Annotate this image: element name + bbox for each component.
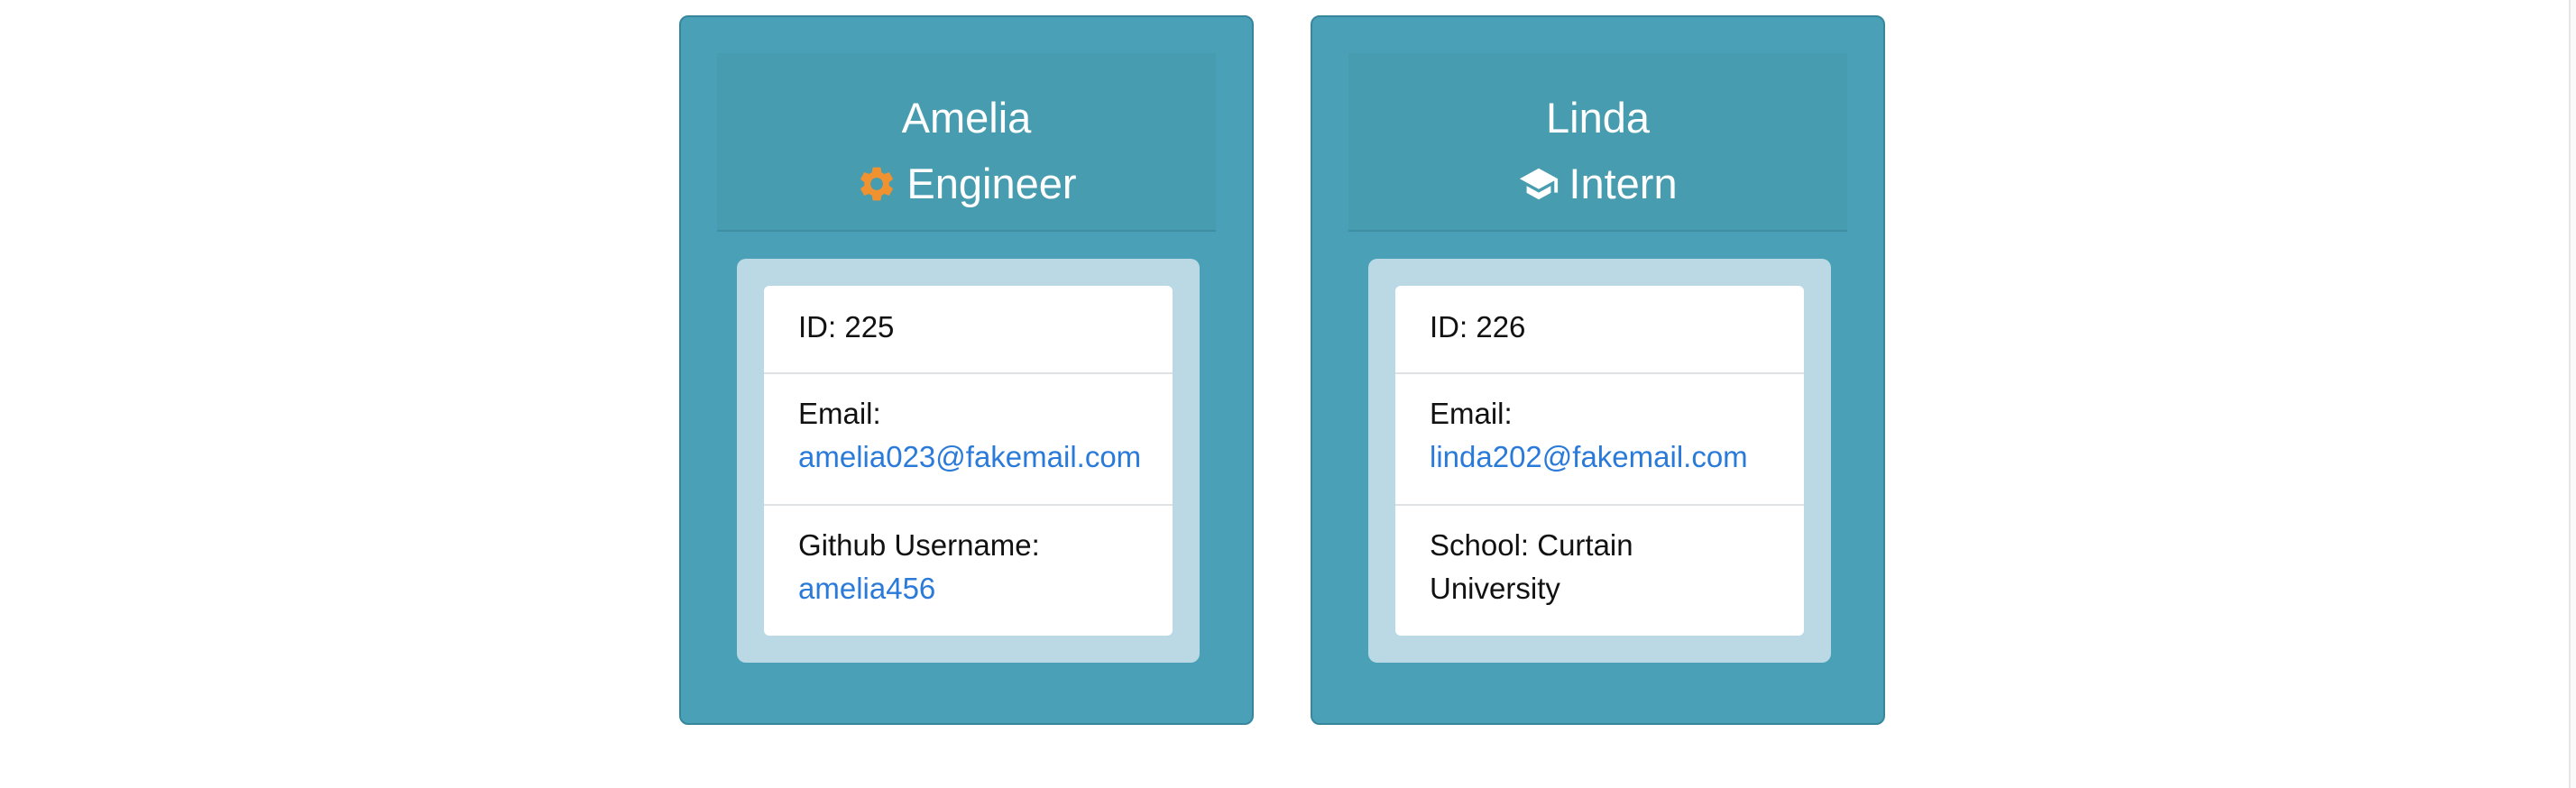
divider: [1395, 372, 1804, 374]
email-label: Email:: [798, 397, 881, 430]
id-item: ID: 226: [1395, 306, 1804, 349]
team-page: Amelia Engineer ID: 225 Email: amelia023…: [0, 0, 2576, 788]
role-label: Engineer: [906, 160, 1077, 207]
card-body: ID: 226 Email: linda202@fakemail.com Sch…: [1368, 259, 1831, 663]
card-header: Linda Intern: [1348, 53, 1847, 232]
role-label: Intern: [1569, 160, 1678, 207]
detail-list: ID: 226 Email: linda202@fakemail.com Sch…: [1395, 286, 1804, 636]
school-line: University: [1430, 572, 1560, 605]
id-text: ID: 226: [1430, 310, 1526, 344]
school-item: School: Curtain University: [1395, 524, 1804, 610]
employee-role: Intern: [1348, 159, 1847, 209]
employee-name: Amelia: [901, 94, 1032, 142]
gear-icon: [856, 163, 897, 205]
id-text: ID: 225: [798, 310, 895, 344]
email-item: Email: amelia023@fakemail.com: [764, 392, 1173, 479]
employee-name: Linda: [1546, 94, 1650, 142]
github-link[interactable]: amelia456: [798, 572, 935, 605]
divider: [1395, 504, 1804, 506]
card-body: ID: 225 Email: amelia023@fakemail.com Gi…: [737, 259, 1200, 663]
school-line: School: Curtain: [1430, 528, 1633, 562]
github-label: Github Username:: [798, 528, 1040, 562]
card-header: Amelia Engineer: [717, 53, 1216, 232]
employee-card-linda: Linda Intern ID: 226 Email: linda202@fak…: [1311, 15, 1885, 725]
scrollbar[interactable]: [2569, 0, 2576, 788]
detail-list: ID: 225 Email: amelia023@fakemail.com Gi…: [764, 286, 1173, 636]
email-label: Email:: [1430, 397, 1513, 430]
divider: [764, 504, 1173, 506]
divider: [764, 372, 1173, 374]
employee-role: Engineer: [717, 159, 1216, 209]
email-link[interactable]: linda202@fakemail.com: [1430, 440, 1748, 473]
graduation-cap-icon: [1518, 163, 1559, 205]
email-item: Email: linda202@fakemail.com: [1395, 392, 1804, 479]
employee-card-amelia: Amelia Engineer ID: 225 Email: amelia023…: [679, 15, 1254, 725]
id-item: ID: 225: [764, 306, 1173, 349]
email-link[interactable]: amelia023@fakemail.com: [798, 440, 1141, 473]
github-item: Github Username: amelia456: [764, 524, 1173, 610]
